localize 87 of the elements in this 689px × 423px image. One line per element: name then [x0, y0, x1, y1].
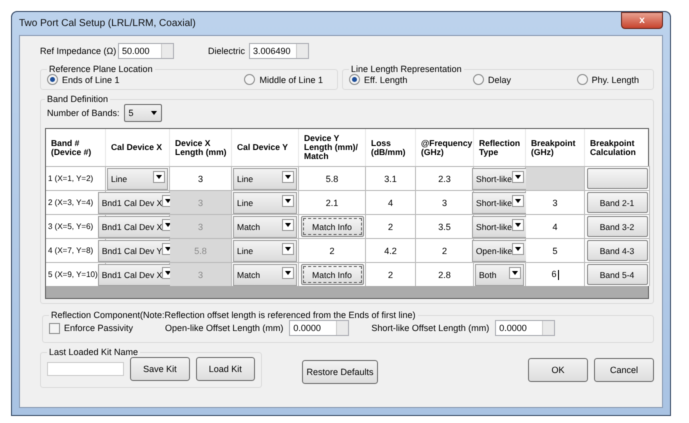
band-calculation-button[interactable]: Band 4-3 [586, 240, 648, 261]
window-title: Two Port Cal Setup (LRL/LRM, Coaxial) [19, 18, 196, 29]
field-label: Open-like Offset Length (mm) [165, 323, 284, 333]
kit-button[interactable]: Save Kit [130, 357, 190, 381]
field-label: Ref Impedance (Ω) [40, 46, 118, 56]
dropdown-arrow-icon [515, 246, 522, 250]
offset-spinbox[interactable]: 0.0000 [495, 320, 556, 336]
kit-button[interactable]: Load Kit [196, 357, 255, 381]
table-cell: 3 [170, 262, 232, 286]
table-cell: 2.8 [416, 262, 474, 286]
group-title: Reference Plane Location [48, 64, 154, 74]
radio-button[interactable] [47, 74, 58, 85]
dropdown[interactable]: Short-like [472, 192, 527, 214]
table-cell: 2 [366, 262, 416, 286]
dropdown-arrow-icon [512, 270, 518, 274]
group-title: Line Length Representation [350, 64, 463, 74]
match-info-button[interactable]: Match Info [300, 264, 364, 285]
radio-option[interactable]: Ends of Line 1 [47, 74, 120, 85]
dropdown[interactable]: Line [233, 168, 297, 190]
dropdown-arrow-icon [514, 198, 521, 202]
table-cell: 3 [526, 190, 585, 214]
ref-impedance-spinbox[interactable]: 50.000 [118, 43, 174, 59]
dropdown-arrow-icon [514, 222, 521, 226]
radio-option[interactable]: Eff. Length [349, 74, 408, 85]
dropdown[interactable]: Short-like [472, 216, 527, 238]
offset-spinbox[interactable]: 0.0000 [289, 320, 350, 336]
band-calculation-button[interactable]: Band 3-2 [586, 216, 648, 237]
radio-button[interactable] [244, 74, 256, 85]
checkbox[interactable] [49, 322, 60, 334]
field-label: Short-like Offset Length (mm) [371, 323, 490, 333]
dialog-button[interactable]: Cancel [594, 358, 654, 382]
radio-option[interactable]: Middle of Line 1 [244, 74, 323, 85]
dropdown[interactable]: Line [233, 240, 297, 262]
table-cell: 3 [170, 214, 232, 238]
table-cell: 3.1 [366, 166, 416, 190]
match-info-button[interactable]: Match Info [300, 216, 364, 237]
dropdown-arrow-icon [285, 222, 291, 226]
dropdown-arrow-icon [285, 270, 291, 274]
table-cell: 4 [366, 190, 416, 214]
dropdown[interactable]: Match [233, 264, 297, 286]
table-cell: 4.2 [366, 238, 416, 262]
bands-dropdown[interactable]: 5 [124, 104, 162, 122]
dropdown-arrow-icon [285, 198, 291, 202]
table-cell: 2.1 [299, 190, 366, 214]
radio-option[interactable]: Phy. Length [576, 74, 639, 85]
table-cell: 5.8 [170, 238, 232, 262]
dropdown[interactable]: Line [233, 192, 297, 214]
dropdown-arrow-icon [165, 222, 172, 226]
table-cell: 3 [170, 190, 232, 214]
dropdown-arrow-icon [285, 246, 291, 250]
table-cell: 1 (X=1, Y=2) [46, 166, 106, 190]
group-title: Last Loaded Kit Name [48, 347, 140, 357]
dialog-button[interactable]: OK [528, 358, 588, 382]
restore-defaults-button[interactable]: Restore Defaults [302, 360, 378, 384]
kit-name-field[interactable] [47, 362, 124, 376]
table-cell: 5.8 [299, 166, 366, 190]
group-title: Reflection Component(Note:Reflection offset length is referenced from the Ends of first line) [50, 310, 417, 320]
table-cell: 2 [299, 238, 366, 262]
dropdown-arrow-icon [165, 246, 172, 250]
dielectric-spinbox[interactable]: 3.006490 [249, 43, 310, 59]
checkbox-option[interactable]: Enforce Passivity [49, 322, 159, 334]
dropdown-arrow-icon [150, 111, 157, 115]
dropdown[interactable]: Both [475, 264, 524, 286]
dropdown-arrow-icon [156, 174, 162, 178]
band-calculation-button[interactable]: Band 2-1 [586, 192, 648, 213]
band-calculation-button[interactable]: Band 5-4 [586, 264, 648, 285]
dropdown-arrow-icon [165, 270, 172, 274]
dropdown[interactable]: Short-like [472, 168, 527, 190]
radio-button[interactable] [472, 74, 484, 85]
field-label: Dielectric [208, 46, 246, 56]
radio-button[interactable] [349, 74, 360, 85]
band-calculation-button[interactable] [586, 168, 648, 189]
table-cell: 3 [170, 166, 232, 190]
table-cell: 5 [526, 238, 585, 262]
radio-option[interactable]: Delay [472, 74, 511, 85]
table-cell: 6 [526, 262, 585, 286]
field-label: Number of Bands: [47, 108, 120, 118]
dropdown-arrow-icon [285, 174, 291, 178]
group-title: Band Definition [46, 94, 110, 104]
table-cell: 2 [366, 214, 416, 238]
table-cell: 4 [526, 214, 585, 238]
dropdown[interactable]: Open-like [472, 240, 528, 262]
radio-button[interactable] [576, 74, 588, 85]
dropdown-arrow-icon [514, 174, 521, 178]
dropdown[interactable]: Line [107, 168, 168, 190]
dropdown-arrow-icon [165, 198, 172, 202]
dropdown[interactable]: Match [233, 216, 297, 238]
